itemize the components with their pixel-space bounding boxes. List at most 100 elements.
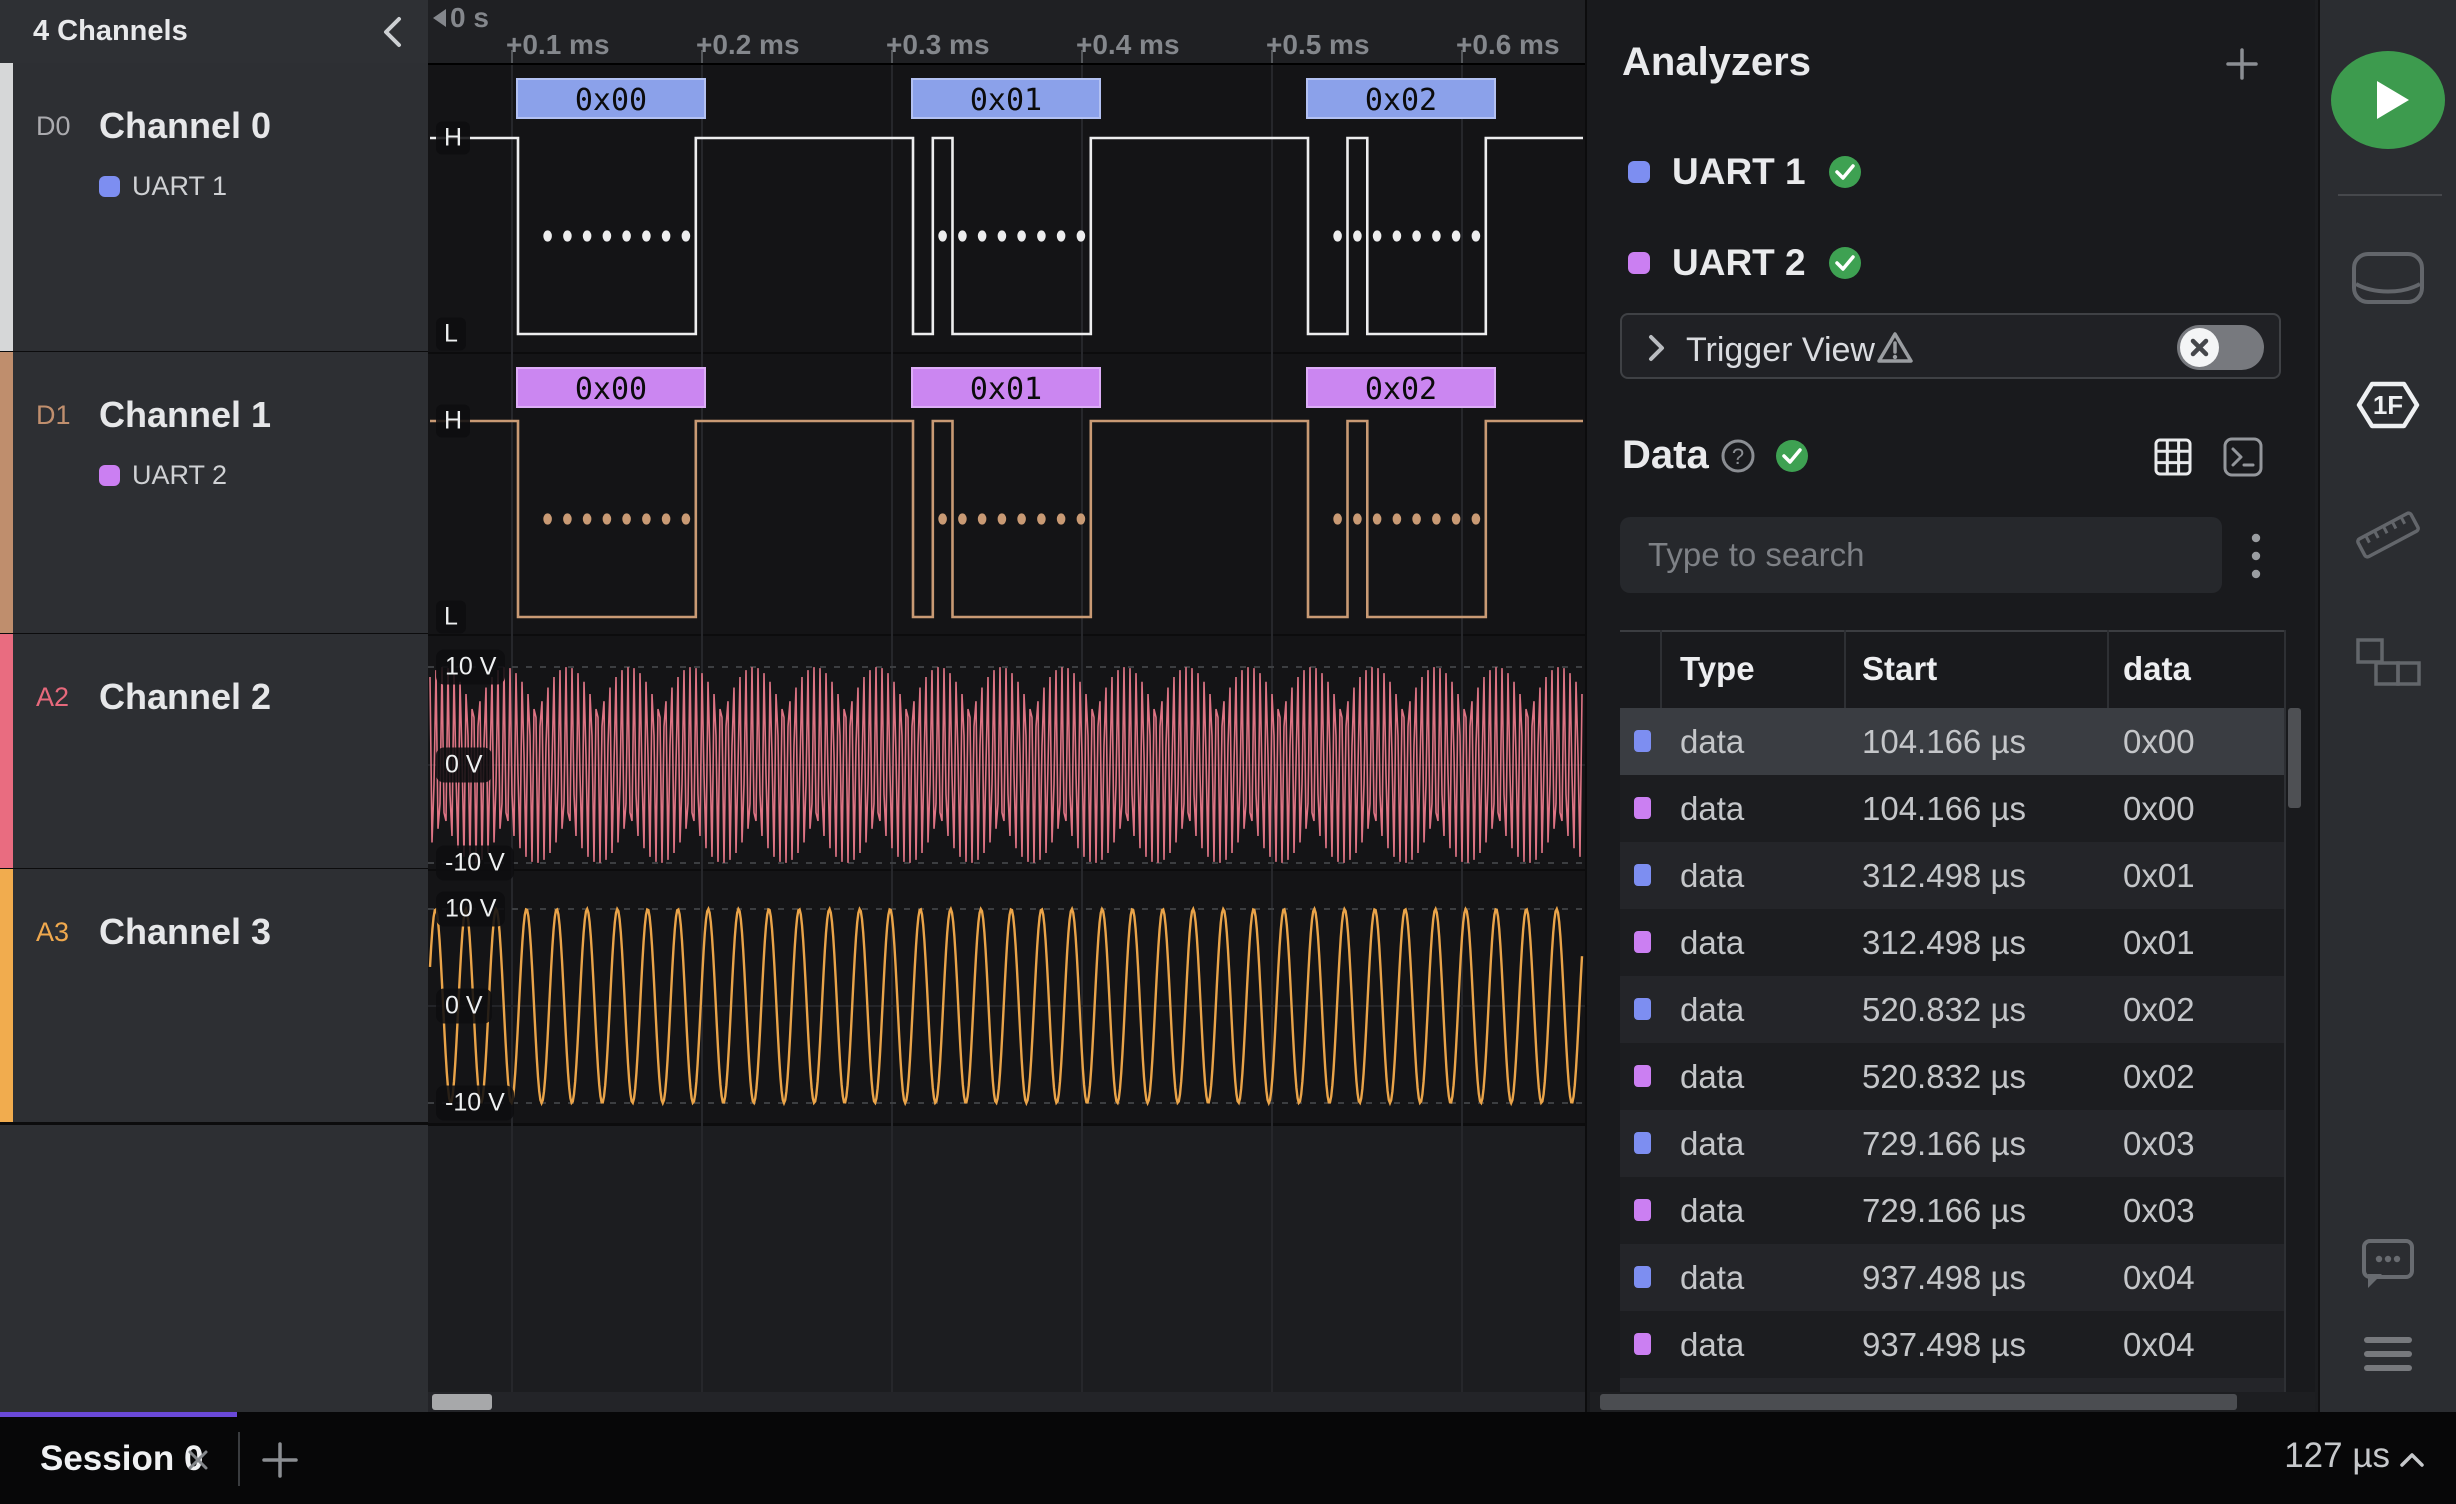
channel-color-strip (0, 634, 13, 868)
uart-byte-bubble[interactable]: 0x00 (516, 367, 706, 408)
column-header-start[interactable]: Start (1862, 630, 1937, 708)
ruler-tick-label: +0.1 ms (506, 29, 610, 61)
analyzer-name: UART 1 (1672, 151, 1806, 193)
channel-name[interactable]: Channel 1 (99, 394, 271, 436)
toggle-x-icon (2180, 328, 2219, 367)
row-color-swatch (1634, 931, 1651, 953)
table-row[interactable]: data 729.166 µs 0x03 (1620, 1110, 2284, 1177)
table-row[interactable]: data 937.498 µs 0x04 (1620, 1244, 2284, 1311)
start-capture-button[interactable] (2329, 50, 2447, 150)
session-bar: Session 0 127 µs (0, 1412, 2456, 1504)
table-row[interactable]: data 312.498 µs 0x01 (1620, 909, 2284, 976)
table-hscrollbar-thumb[interactable] (1600, 1394, 2237, 1410)
toggle-knob[interactable] (2180, 328, 2219, 367)
channel-id: D0 (36, 111, 71, 142)
warning-icon (1875, 329, 1915, 367)
channel-analyzer[interactable]: UART 2 (99, 460, 227, 491)
uart-byte-bubble[interactable]: 0x02 (1306, 78, 1496, 119)
table-row[interactable]: data 104.166 µs 0x00 (1620, 775, 2284, 842)
trigger-view-panel[interactable]: Trigger View (1620, 313, 2281, 379)
cell-type: data (1680, 775, 1744, 842)
channel-name[interactable]: Channel 3 (99, 911, 271, 953)
measure-ruler-icon[interactable] (2350, 505, 2426, 565)
row-color-swatch (1634, 1199, 1651, 1221)
channel-id: D1 (36, 400, 71, 431)
logic-level-label: H (436, 405, 470, 438)
column-header-data[interactable]: data (2123, 630, 2191, 708)
uart-byte-bubble[interactable]: 0x00 (516, 78, 706, 119)
search-input[interactable] (1620, 517, 2222, 593)
table-row[interactable]: data 937.498 µs 0x04 (1620, 1311, 2284, 1378)
cell-start: 520.832 µs (1862, 976, 2026, 1043)
voltage-label: 0 V (436, 748, 492, 783)
device-icon[interactable] (2350, 250, 2426, 306)
waveform-hscrollbar[interactable] (428, 1392, 1585, 1412)
table-row[interactable]: data 312.498 µs 0x01 (1620, 842, 2284, 909)
voltage-label: 10 V (436, 650, 505, 685)
uart-byte-bubble[interactable]: 0x01 (911, 367, 1101, 408)
row-color-swatch (1634, 864, 1651, 886)
annotations-chat-icon[interactable] (2358, 1236, 2418, 1292)
column-header-type[interactable]: Type (1680, 630, 1755, 708)
svg-text:?: ? (1732, 444, 1744, 469)
analyzer-ok-check-icon (1828, 155, 1862, 189)
channel-row-d0[interactable]: D0 Channel 0 UART 1 (0, 63, 428, 354)
capture-mode-1f-icon[interactable]: 1F (2356, 380, 2420, 430)
row-color-swatch (1634, 1132, 1651, 1154)
data-ok-check-icon (1775, 439, 1809, 473)
analyzer-ok-check-icon (1828, 246, 1862, 280)
help-icon[interactable]: ? (1720, 438, 1756, 474)
sidebar-header: 4 Channels (0, 0, 428, 65)
ruler-tick-label: +0.5 ms (1266, 29, 1370, 61)
analyzer-item-uart-1[interactable]: UART 1 (1628, 150, 1862, 194)
table-row[interactable]: data 104.166 µs 0x00 (1620, 708, 2284, 775)
add-session-icon[interactable] (258, 1438, 302, 1482)
chevron-right-icon[interactable] (1644, 333, 1668, 363)
cell-data: 0x04 (2123, 1244, 2195, 1311)
cell-type: data (1680, 1311, 1744, 1378)
capture-duration[interactable]: 127 µs (2284, 1436, 2390, 1476)
channel-name[interactable]: Channel 2 (99, 676, 271, 718)
waveform-hscrollbar-thumb[interactable] (432, 1394, 492, 1410)
table-row[interactable]: data 729.166 µs 0x03 (1620, 1177, 2284, 1244)
session-tab[interactable]: Session 0 (0, 1412, 237, 1504)
table-row[interactable]: data 520.832 µs 0x02 (1620, 976, 2284, 1043)
close-session-icon[interactable] (183, 1445, 213, 1475)
icon-strip: 1F (2318, 0, 2456, 1412)
cell-type: data (1680, 1177, 1744, 1244)
cell-start: 520.832 µs (1862, 1043, 2026, 1110)
channel-sidebar: 4 Channels D0 Channel 0 UART 1 D1 Channe… (0, 0, 428, 1412)
table-view-icon[interactable] (2153, 437, 2193, 477)
timeline-zero-marker: 0 s (433, 2, 489, 34)
channel-name[interactable]: Channel 0 (99, 105, 271, 147)
add-analyzer-icon[interactable] (2224, 46, 2260, 82)
uart-byte-bubble[interactable]: 0x01 (911, 78, 1101, 119)
uart-byte-bubble[interactable]: 0x02 (1306, 367, 1496, 408)
analyzer-color-swatch (99, 176, 120, 197)
analyzers-title: Analyzers (1622, 40, 1811, 85)
kebab-menu-icon[interactable] (2243, 528, 2269, 584)
collapse-sidebar-icon[interactable] (378, 15, 408, 49)
extensions-icon[interactable] (2354, 636, 2422, 688)
waveform-view[interactable]: 0 s +0.1 ms+0.2 ms+0.3 ms+0.4 ms+0.5 ms+… (428, 0, 1587, 1412)
terminal-view-icon[interactable] (2222, 436, 2264, 478)
channel-row-a2[interactable]: A2 Channel 2 (0, 634, 428, 871)
cell-start: 729.166 µs (1862, 1110, 2026, 1177)
side-panel: Analyzers UART 1 UART 2 Trigger View (1587, 0, 2315, 1412)
channel-row-d1[interactable]: D1 Channel 1 UART 2 (0, 352, 428, 636)
menu-hamburger-icon[interactable] (2360, 1334, 2416, 1374)
channel-analyzer[interactable]: UART 1 (99, 171, 227, 202)
trigger-view-toggle[interactable] (2177, 325, 2264, 370)
channel-row-a3[interactable]: A3 Channel 3 (0, 869, 428, 1125)
analyzer-item-uart-2[interactable]: UART 2 (1628, 241, 1862, 285)
logic-level-label: L (436, 601, 466, 634)
table-row[interactable]: data 520.832 µs 0x02 (1620, 1043, 2284, 1110)
cell-type: data (1680, 976, 1744, 1043)
table-vscrollbar-thumb[interactable] (2288, 708, 2301, 808)
cell-type: data (1680, 1244, 1744, 1311)
ruler-tick-label: +0.3 ms (886, 29, 990, 61)
table-hscrollbar[interactable] (1590, 1392, 2315, 1412)
chevron-up-icon[interactable] (2398, 1450, 2426, 1472)
cell-start: 729.166 µs (1862, 1177, 2026, 1244)
data-table-body: data 104.166 µs 0x00 data 104.166 µs 0x0… (1620, 708, 2284, 1378)
